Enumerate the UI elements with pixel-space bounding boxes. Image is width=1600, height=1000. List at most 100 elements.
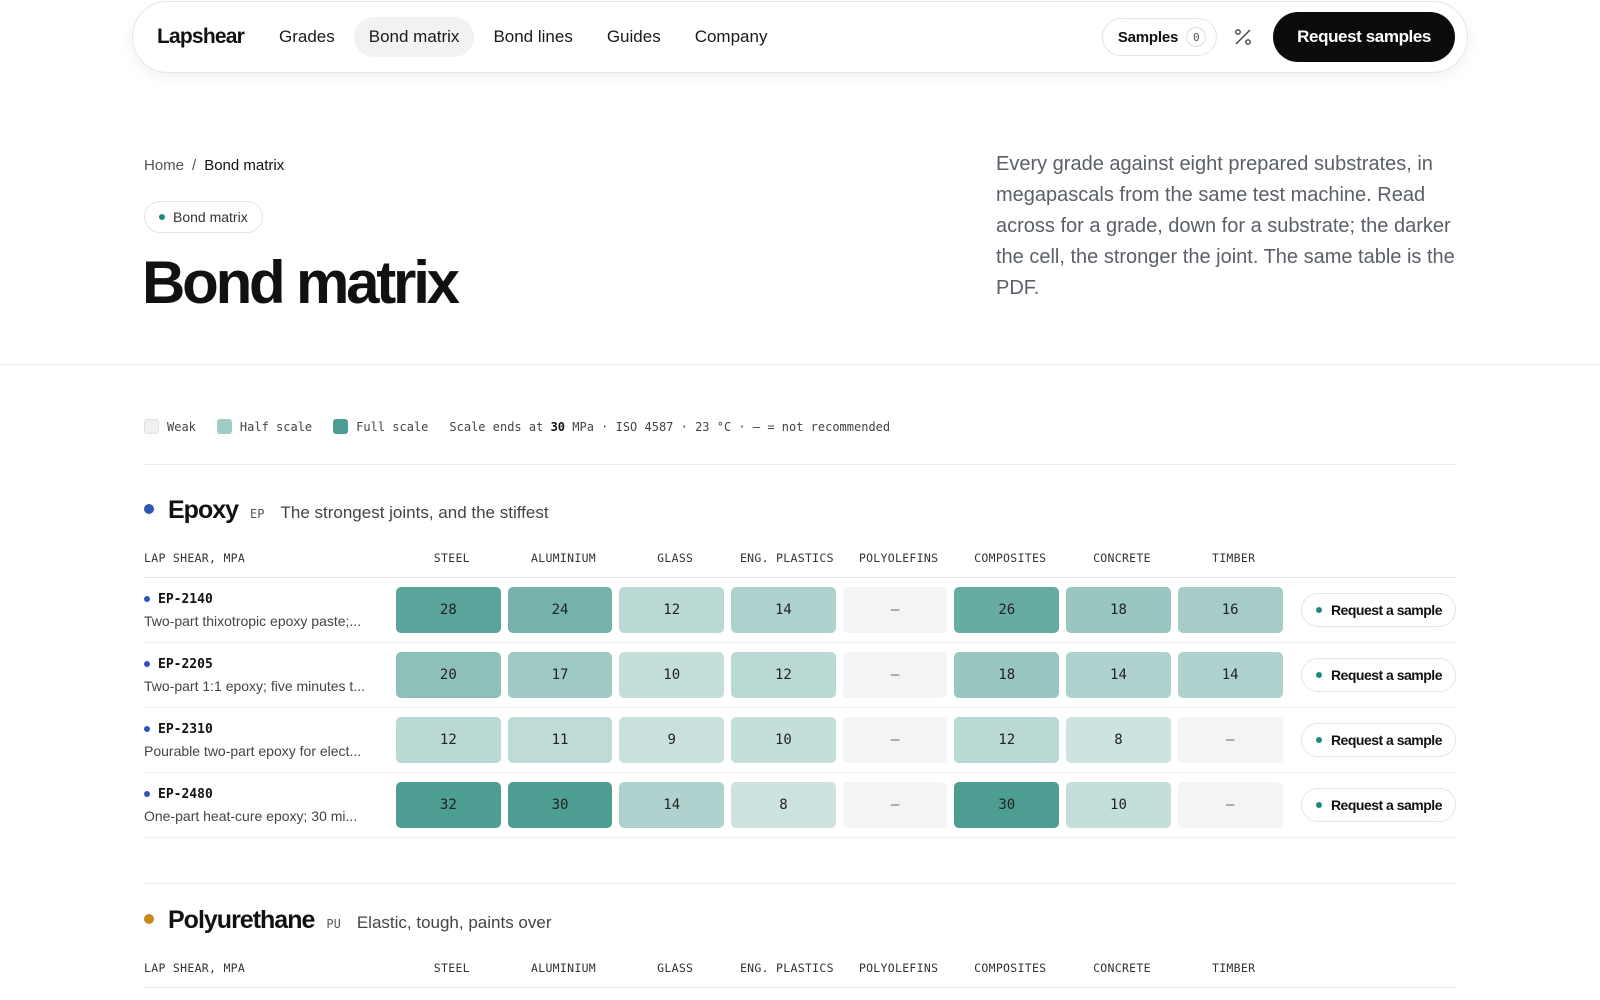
full-scale-swatch — [333, 419, 349, 434]
lap-shear-header: LAP SHEAR, MPA — [144, 960, 246, 975]
matrix-cell: 30 — [954, 782, 1060, 828]
samples-label: Samples — [1117, 28, 1179, 46]
nav-link-guides[interactable]: Guides — [592, 17, 676, 57]
family-dot-icon — [144, 914, 154, 924]
grade-cell: EP-2310 Pourable two-part epoxy for elect… — [144, 722, 396, 759]
request-wrap: Request a sample — [1290, 593, 1456, 627]
breadcrumb-current: Bond matrix — [204, 157, 285, 174]
legend-half: Half scale — [216, 419, 312, 434]
request-sample-button[interactable]: Request a sample — [1300, 723, 1456, 757]
column-header-row: LAP SHEAR, MPA STEEL ALUMINIUM GLASS ENG. PL… — [144, 538, 1456, 578]
substrate-header[interactable]: COMPOSITES — [954, 961, 1066, 975]
request-sample-label: Request a sample — [1330, 797, 1443, 813]
request-sample-button[interactable]: Request a sample — [1300, 658, 1456, 692]
grade-code[interactable]: EP-2310 — [144, 722, 384, 737]
legend: Weak Half scale Full scale Scale ends at… — [144, 419, 890, 434]
request-wrap: Request a sample — [1290, 723, 1456, 757]
nav-links: Grades Bond matrix Bond lines Guides Company — [264, 17, 786, 57]
matrix-cell: 14 — [1066, 652, 1171, 698]
matrix-cell: 17 — [507, 652, 613, 698]
scale-prefix: Scale ends at — [449, 419, 544, 434]
grade-code[interactable]: EP-2140 — [144, 592, 384, 607]
request-sample-label: Request a sample — [1330, 602, 1443, 618]
matrix-cell: 12 — [954, 717, 1060, 763]
grade-description: Two-part thixotropic epoxy paste;... — [144, 612, 362, 629]
percent-icon[interactable] — [1231, 25, 1255, 49]
matrix-cell: — — [842, 652, 948, 698]
request-sample-label: Request a sample — [1330, 732, 1443, 748]
substrate-header[interactable]: TIMBER — [1178, 551, 1290, 565]
column-header-row: LAP SHEAR, MPA STEEL ALUMINIUM GLASS ENG. PL… — [144, 948, 1456, 988]
substrate-header[interactable]: STEEL — [396, 961, 508, 975]
grade-dot-icon — [144, 791, 150, 797]
substrate-header[interactable]: ALUMINIUM — [508, 961, 620, 975]
pill-label: Bond matrix — [173, 209, 248, 225]
family-header: Epoxy EP The strongest joints, and the sti… — [144, 496, 1456, 530]
matrix-cell: 24 — [507, 587, 613, 633]
scale-suffix: MPa · ISO 4587 · 23 °C · — = not recomme… — [572, 419, 891, 434]
grade-code-label: EP-2140 — [158, 591, 213, 607]
section-pill: Bond matrix — [144, 201, 263, 233]
legend-full: Full scale — [333, 419, 428, 434]
matrix-cell: 26 — [954, 587, 1060, 633]
nav-link-company[interactable]: Company — [680, 17, 783, 57]
substrate-header[interactable]: ENG. PLASTICS — [731, 961, 843, 975]
grade-code-label: EP-2205 — [158, 656, 213, 672]
matrix-cell: 30 — [507, 782, 613, 828]
grade-code-label: EP-2480 — [158, 786, 213, 802]
breadcrumb-home[interactable]: Home — [144, 157, 184, 174]
nav-link-bond-matrix[interactable]: Bond matrix — [353, 17, 475, 57]
substrate-header[interactable]: COMPOSITES — [954, 551, 1066, 565]
substrate-header[interactable]: POLYOLEFINS — [843, 961, 955, 975]
pill-dot-icon — [159, 214, 165, 220]
matrix-cell: 14 — [731, 587, 836, 633]
table-row: EP-2205 Two-part 1:1 epoxy; five minutes … — [144, 643, 1456, 708]
substrate-header[interactable]: TIMBER — [1178, 961, 1290, 975]
grade-dot-icon — [144, 596, 150, 602]
matrix-cell: 9 — [619, 717, 725, 763]
divider — [0, 364, 1600, 365]
matrix-cell: 18 — [1066, 587, 1171, 633]
matrix-cell: 12 — [619, 587, 725, 633]
samples-count-badge: 0 — [1186, 27, 1207, 47]
substrate-header[interactable]: ENG. PLASTICS — [731, 551, 843, 565]
matrix-cell: 12 — [396, 717, 501, 763]
substrate-header[interactable]: POLYOLEFINS — [843, 551, 955, 565]
grade-code[interactable]: EP-2205 — [144, 657, 384, 672]
legend-full-label: Full scale — [356, 419, 429, 434]
request-dot-icon — [1315, 607, 1322, 613]
matrix-cell: 10 — [1066, 782, 1171, 828]
matrix-cell: 12 — [731, 652, 836, 698]
request-sample-button[interactable]: Request a sample — [1300, 788, 1456, 822]
substrate-header[interactable]: CONCRETE — [1066, 961, 1178, 975]
request-dot-icon — [1315, 802, 1322, 808]
family-name: Polyurethane — [168, 906, 315, 934]
matrix-cell: 10 — [619, 652, 725, 698]
substrate-header[interactable]: GLASS — [619, 551, 731, 565]
top-nav: Lapshear Grades Bond matrix Bond lines Guid… — [132, 1, 1468, 73]
scale-value: 30 — [550, 419, 566, 434]
substrate-header[interactable]: CONCRETE — [1066, 551, 1178, 565]
matrix-cell: 11 — [507, 717, 613, 763]
grade-dot-icon — [144, 726, 150, 732]
table-row: EP-2310 Pourable two-part epoxy for elect… — [144, 708, 1456, 773]
nav-link-bond-lines[interactable]: Bond lines — [478, 17, 587, 57]
substrate-header[interactable]: GLASS — [619, 961, 731, 975]
grade-description: Two-part 1:1 epoxy; five minutes t... — [144, 677, 365, 694]
samples-button[interactable]: Samples 0 — [1101, 18, 1218, 56]
request-samples-button[interactable]: Request samples — [1273, 12, 1455, 62]
matrix-cell: — — [1177, 717, 1283, 763]
matrix-cell: 18 — [954, 652, 1060, 698]
grade-code[interactable]: EP-2480 — [144, 787, 384, 802]
nav-link-grades[interactable]: Grades — [264, 17, 350, 57]
logo[interactable]: Lapshear — [157, 25, 245, 49]
matrix-cell: — — [1177, 782, 1283, 828]
grade-cell: EP-2480 One-part heat-cure epoxy; 30 mi..… — [144, 787, 396, 824]
matrix-cell: 14 — [619, 782, 725, 828]
matrix-cell: 8 — [1066, 717, 1171, 763]
request-sample-button[interactable]: Request a sample — [1300, 593, 1456, 627]
substrate-header[interactable]: STEEL — [396, 551, 508, 565]
substrate-header[interactable]: ALUMINIUM — [508, 551, 620, 565]
grade-dot-icon — [144, 661, 150, 667]
family-dot-icon — [144, 504, 154, 514]
